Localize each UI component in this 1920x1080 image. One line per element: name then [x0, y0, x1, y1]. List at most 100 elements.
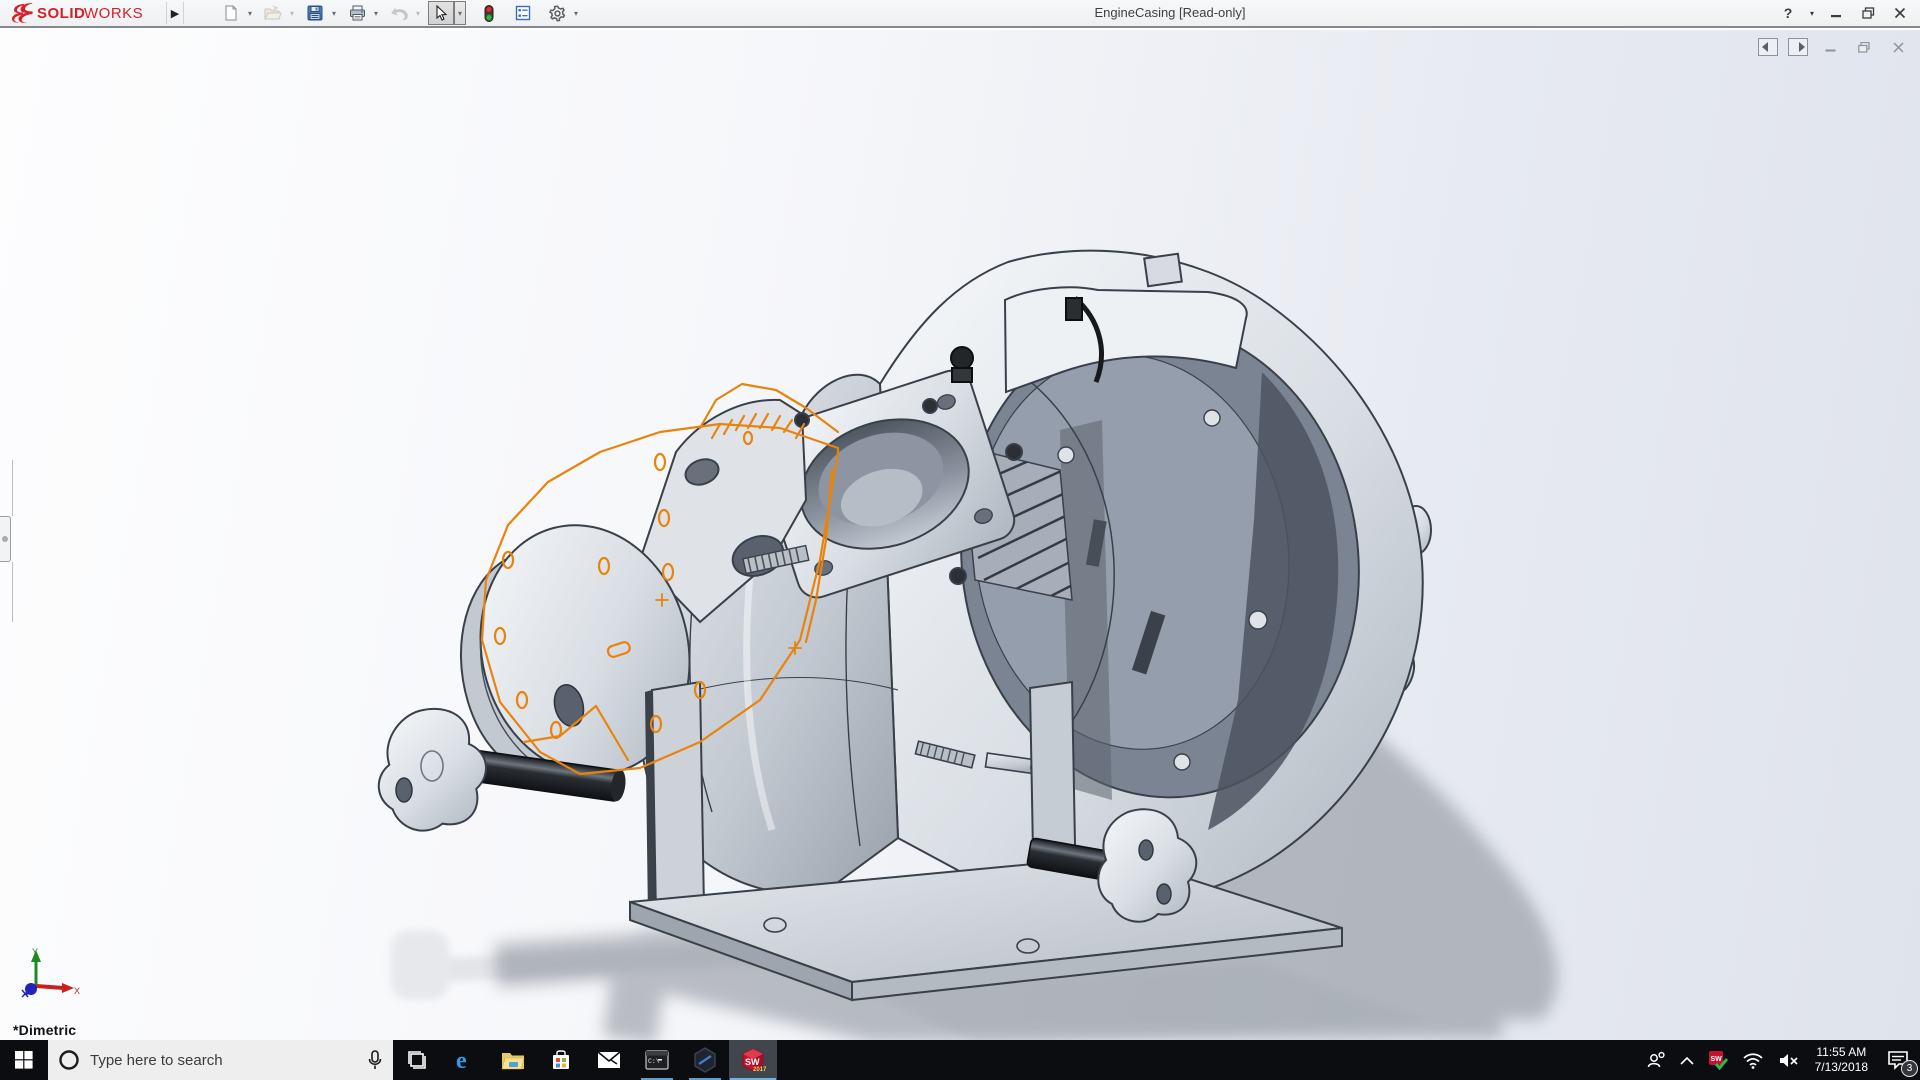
taskbar-item-solidworks-2017[interactable]: SW 2017: [729, 1040, 777, 1080]
graphics-viewport[interactable]: Y X *Dimetric: [0, 30, 1920, 1040]
options-caret[interactable]: ▾: [570, 1, 582, 25]
menu-bar: SOLID WORKS ▶ ▾ ▾ ▾ ▾ ▾ ▾ ▾ EngineCasing…: [0, 0, 1920, 28]
open-caret[interactable]: ▾: [286, 1, 298, 25]
svg-text:SOLID: SOLID: [37, 5, 85, 22]
action-center-button[interactable]: 3: [1876, 1040, 1920, 1080]
solidworks-logo: SOLID WORKS: [0, 0, 166, 26]
taskbar-item-file-explorer[interactable]: [489, 1040, 537, 1080]
pane-collapse-left-button[interactable]: [1758, 38, 1778, 56]
search-input[interactable]: [90, 1051, 357, 1069]
taskbar-item-store[interactable]: [537, 1040, 585, 1080]
options-gear-icon: [548, 4, 565, 22]
svg-text:e: e: [456, 1048, 467, 1073]
hexagon-app-icon: [694, 1047, 716, 1073]
select-cursor-icon: [436, 5, 448, 21]
people-button[interactable]: [1639, 1040, 1673, 1080]
volume-button[interactable]: [1771, 1040, 1807, 1080]
save-caret[interactable]: ▾: [328, 1, 340, 25]
svg-text:X: X: [74, 986, 80, 996]
minimize-icon: [1831, 15, 1841, 18]
help-button[interactable]: ?: [1774, 2, 1802, 24]
svg-text:SW: SW: [1710, 1056, 1722, 1063]
cortana-icon: [59, 1050, 79, 1070]
file-properties-icon: [515, 5, 531, 21]
document-window-controls: [1758, 38, 1910, 56]
doc-close-button[interactable]: [1886, 38, 1910, 56]
windows-taskbar: e C:\: [0, 1040, 1920, 1080]
view-orientation-label: *Dimetric: [13, 1022, 77, 1038]
rebuild-button[interactable]: [476, 1, 502, 25]
microphone-icon[interactable]: [367, 1049, 383, 1071]
restore-icon: [1861, 7, 1874, 19]
toolbar-flyout-button[interactable]: ▶: [166, 2, 184, 24]
undo-caret[interactable]: ▾: [412, 1, 424, 25]
open-button[interactable]: [260, 1, 286, 25]
solidworks-monitor-tray[interactable]: SW: [1701, 1040, 1735, 1080]
taskbar-clock[interactable]: 11:55 AM 7/13/2018: [1807, 1040, 1876, 1080]
task-view-button[interactable]: [393, 1040, 441, 1080]
mail-icon: [597, 1051, 621, 1068]
edge-icon: e: [456, 1048, 467, 1073]
svg-text:Y: Y: [32, 947, 38, 957]
open-folder-icon: [264, 5, 282, 20]
standard-toolbar: ▾ ▾ ▾ ▾ ▾ ▾ ▾: [218, 0, 586, 26]
clock-date: 7/13/2018: [1814, 1060, 1868, 1074]
close-button[interactable]: [1886, 2, 1914, 24]
window-title: EngineCasing [Read-only]: [1094, 5, 1246, 20]
solidworks-2017-icon: SW 2017: [742, 1048, 767, 1073]
svg-text:SW: SW: [745, 1057, 760, 1067]
taskbar-search[interactable]: [48, 1040, 393, 1080]
save-floppy-icon: [307, 5, 323, 21]
command-prompt-icon: C:\: [645, 1050, 669, 1070]
wifi-icon: [1743, 1052, 1763, 1069]
print-caret[interactable]: ▾: [370, 1, 382, 25]
file-properties-button[interactable]: [510, 1, 536, 25]
clock-time: 11:55 AM: [1816, 1045, 1867, 1059]
file-explorer-icon: [501, 1053, 525, 1070]
select-tool-caret[interactable]: ▾: [454, 1, 466, 25]
taskbar-item-command-prompt[interactable]: C:\: [633, 1040, 681, 1080]
doc-minimize-button[interactable]: [1818, 38, 1842, 56]
new-document-button[interactable]: [218, 1, 244, 25]
close-icon: [1894, 7, 1906, 19]
doc-close-icon: [1892, 41, 1904, 53]
solidworks-logo-swoosh: SOLID WORKS: [12, 3, 143, 24]
system-tray: SW 11:55 AM 7/13/2018 3: [1639, 1040, 1920, 1080]
options-button[interactable]: [544, 1, 570, 25]
svg-text:WORKS: WORKS: [84, 5, 143, 22]
doc-minimize-icon: [1825, 49, 1835, 51]
undo-arrow-icon: [391, 7, 408, 20]
network-button[interactable]: [1735, 1040, 1771, 1080]
start-button[interactable]: [0, 1040, 48, 1080]
help-caret[interactable]: ▾: [1806, 2, 1818, 24]
print-button[interactable]: [344, 1, 370, 25]
taskbar-item-hexagon-app[interactable]: [681, 1040, 729, 1080]
new-document-caret[interactable]: ▾: [244, 1, 256, 25]
engine-casing-model: [377, 249, 1558, 1040]
taskbar-item-mail[interactable]: [585, 1040, 633, 1080]
select-tool-button[interactable]: [428, 1, 454, 25]
new-document-icon: [225, 5, 237, 21]
minimize-button[interactable]: [1822, 2, 1850, 24]
titlebar-controls: ? ▾: [1774, 0, 1914, 26]
people-icon: [1647, 1051, 1665, 1068]
triangle-left-icon: [1761, 42, 1768, 52]
pane-tab-dot-icon: [2, 536, 8, 542]
store-icon: [553, 1050, 569, 1069]
print-icon: [349, 5, 365, 21]
hidden-icons-button[interactable]: [1673, 1040, 1701, 1080]
undo-button[interactable]: [386, 1, 412, 25]
windows-logo-icon: [15, 1051, 33, 1069]
volume-muted-icon: [1779, 1053, 1798, 1067]
taskbar-item-edge[interactable]: e: [441, 1040, 489, 1080]
task-view-icon: [408, 1051, 426, 1069]
doc-restore-button[interactable]: [1852, 38, 1876, 56]
feature-pane-tab[interactable]: [0, 516, 11, 562]
svg-text:2017: 2017: [753, 1067, 767, 1073]
restore-button[interactable]: [1854, 2, 1882, 24]
notification-badge: 3: [1901, 1060, 1918, 1077]
save-button[interactable]: [302, 1, 328, 25]
doc-restore-icon: [1858, 41, 1870, 53]
solidworks-check-icon: SW: [1708, 1051, 1728, 1070]
pane-expand-right-button[interactable]: [1788, 38, 1808, 56]
